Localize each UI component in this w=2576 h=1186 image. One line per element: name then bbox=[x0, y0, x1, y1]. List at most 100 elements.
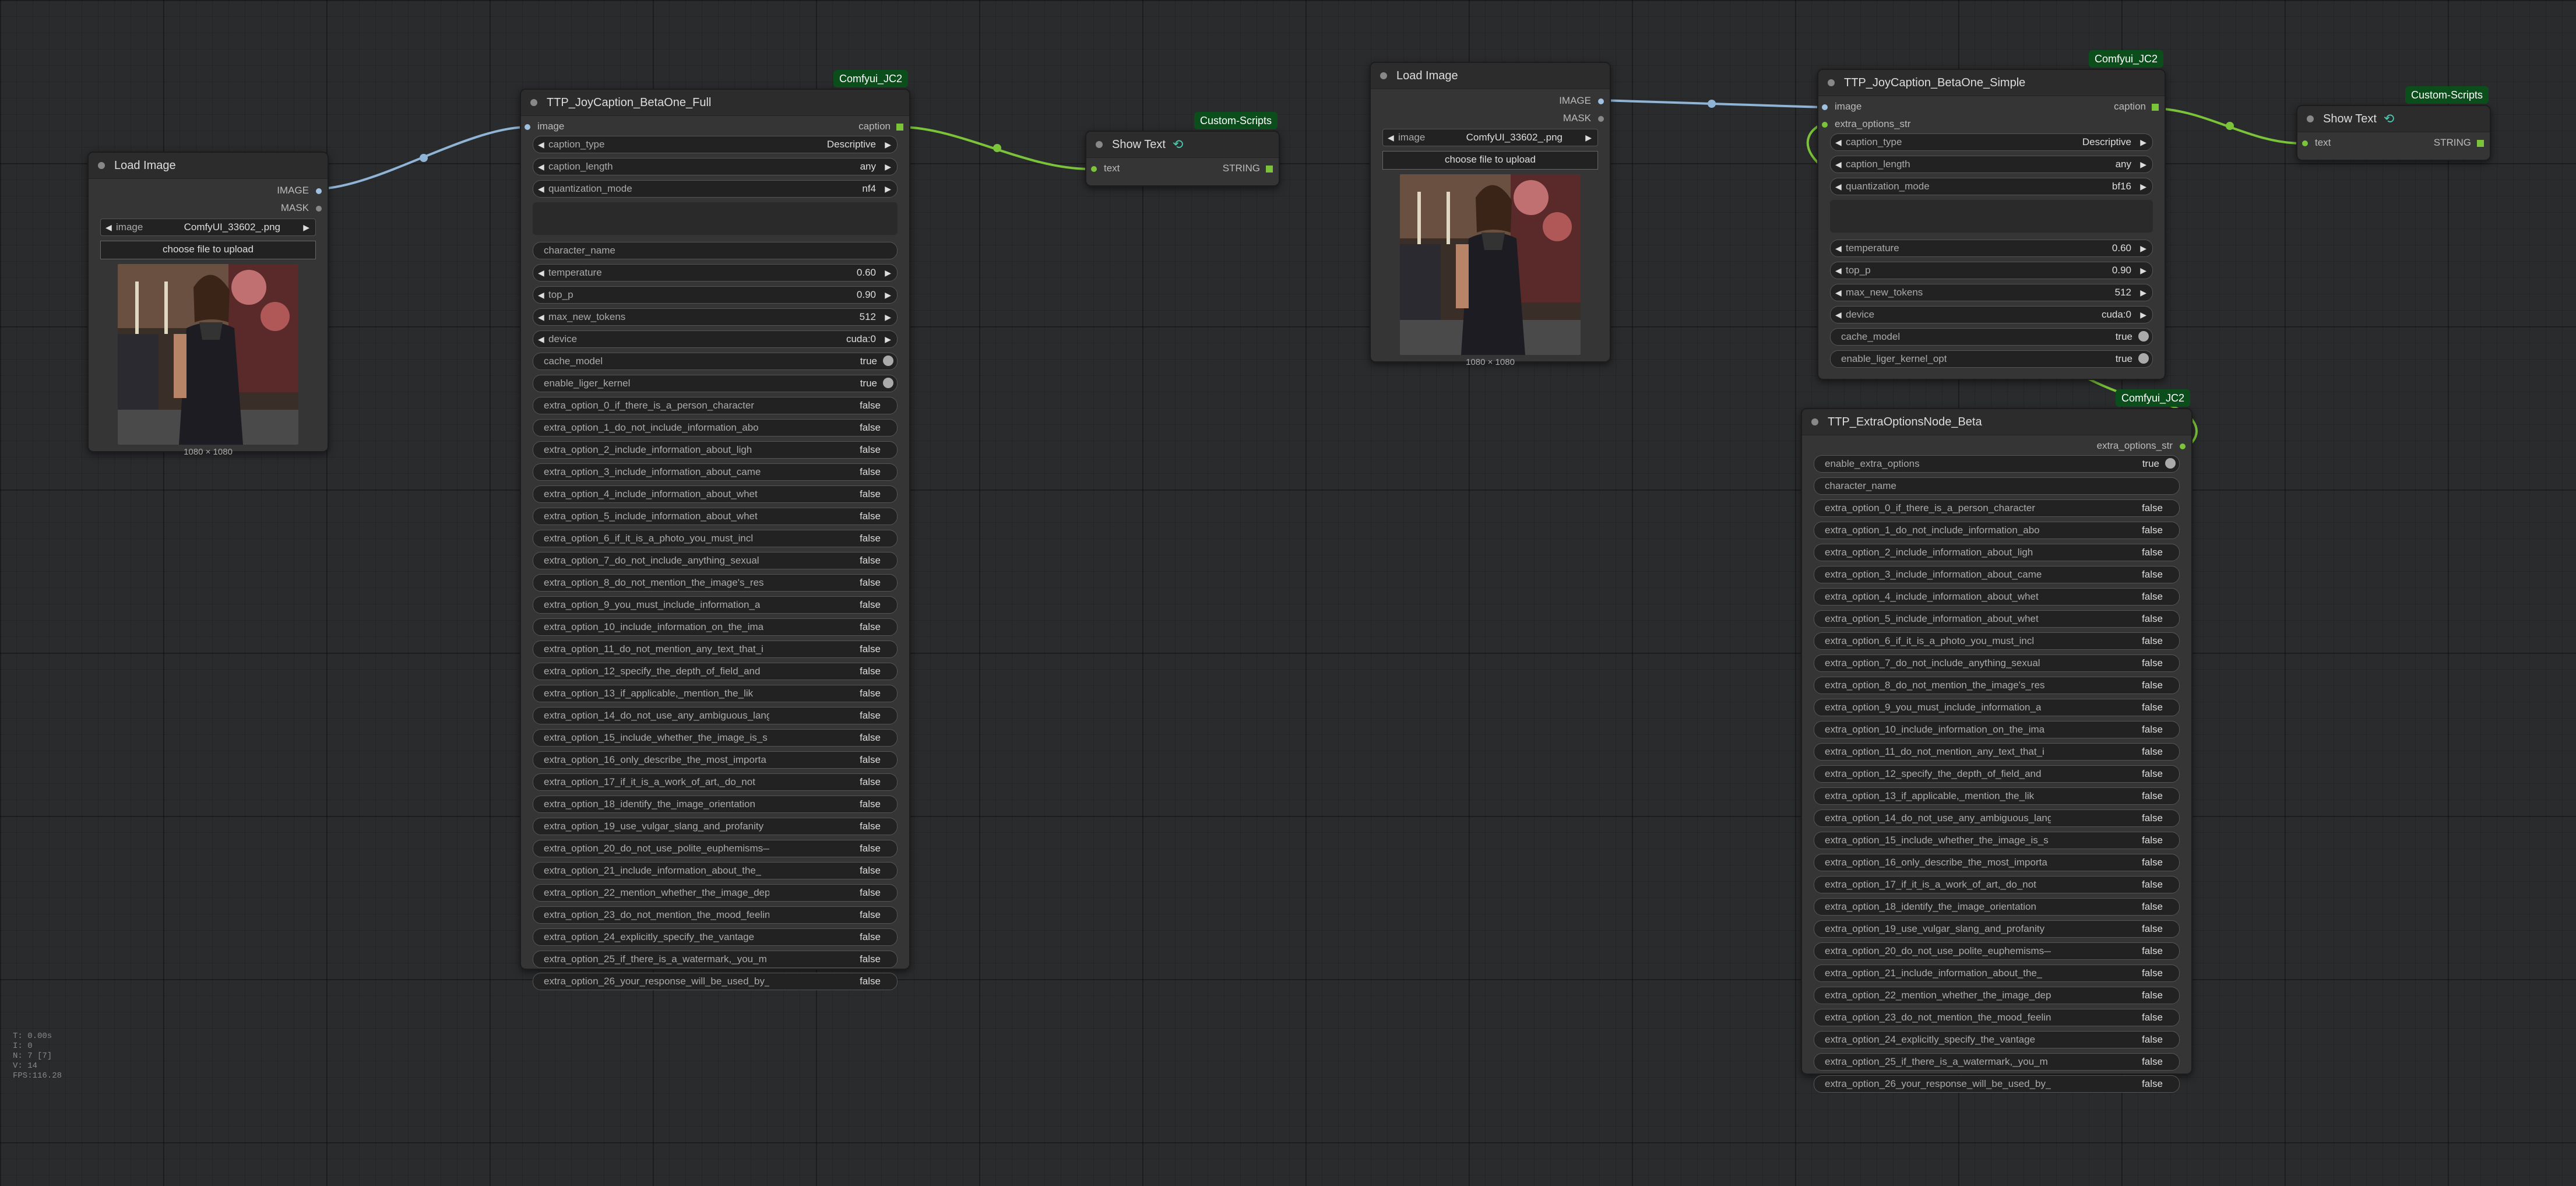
collapse-dot[interactable] bbox=[2307, 115, 2314, 122]
arrow-right-icon[interactable]: ▶ bbox=[2140, 138, 2146, 147]
joycaption-simple-node[interactable]: Comfyui_JC2 TTP_JoyCaption_BetaOne_Simpl… bbox=[1817, 50, 2166, 380]
combo-widget[interactable]: ◀ quantization_mode bf16 ▶ bbox=[1830, 178, 2153, 195]
extra-option-toggle[interactable]: extra_option_11_do_not_mention_any_text_… bbox=[1814, 743, 2180, 761]
collapse-dot[interactable] bbox=[1828, 79, 1835, 86]
combo-widget[interactable]: ◀ caption_type Descriptive ▶ bbox=[533, 136, 898, 153]
image-combo[interactable]: ◀ image ComfyUI_33602_.png ▶ bbox=[100, 219, 316, 236]
toggle-widget[interactable]: enable_liger_kernel_opt true bbox=[1830, 350, 2153, 368]
arrow-right-icon[interactable]: ▶ bbox=[1585, 133, 1592, 143]
io-row[interactable]: extra_options_str bbox=[1802, 438, 2191, 455]
extra-option-toggle[interactable]: extra_option_16_only_describe_the_most_i… bbox=[533, 751, 898, 769]
arrow-left-icon[interactable]: ◀ bbox=[538, 184, 544, 194]
extra-option-toggle[interactable]: extra_option_23_do_not_mention_the_mood_… bbox=[533, 906, 898, 924]
io-row[interactable]: text STRING bbox=[2297, 132, 2490, 153]
extra-option-toggle[interactable]: extra_option_16_only_describe_the_most_i… bbox=[1814, 854, 2180, 871]
combo-widget[interactable]: ◀ caption_length any ▶ bbox=[533, 158, 898, 175]
output-socket-icon[interactable] bbox=[2477, 140, 2484, 147]
arrow-left-icon[interactable]: ◀ bbox=[1835, 288, 1842, 298]
extra-options-node[interactable]: Comfyui_JC2 TTP_ExtraOptionsNode_Beta ex… bbox=[1801, 389, 2193, 1093]
number-widget[interactable]: ◀ max_new_tokens 512 ▶ bbox=[533, 308, 898, 326]
extra-option-toggle[interactable]: extra_option_9_you_must_include_informat… bbox=[533, 596, 898, 614]
output-socket-icon[interactable] bbox=[316, 206, 322, 212]
collapse-dot[interactable] bbox=[530, 99, 537, 106]
input-socket-icon[interactable] bbox=[1822, 104, 1828, 110]
extra-option-toggle[interactable]: extra_option_1_do_not_include_informatio… bbox=[533, 419, 898, 437]
number-widget[interactable]: ◀ device cuda:0 ▶ bbox=[533, 330, 898, 348]
extra-option-toggle[interactable]: extra_option_17_if_it_is_a_work_of_art,_… bbox=[533, 773, 898, 791]
toggle-knob-icon[interactable] bbox=[2165, 458, 2176, 469]
output-image[interactable]: IMAGE bbox=[1371, 93, 1610, 110]
arrow-left-icon[interactable]: ◀ bbox=[538, 312, 544, 322]
node-title[interactable]: Show Text ⟲ bbox=[1086, 132, 1279, 158]
number-widget[interactable]: ◀ top_p 0.90 ▶ bbox=[533, 286, 898, 304]
arrow-left-icon[interactable]: ◀ bbox=[1835, 182, 1842, 192]
extra-option-toggle[interactable]: extra_option_20_do_not_use_polite_euphem… bbox=[533, 840, 898, 857]
extra-option-toggle[interactable]: extra_option_25_if_there_is_a_watermark,… bbox=[533, 951, 898, 968]
arrow-right-icon[interactable]: ▶ bbox=[885, 290, 891, 300]
extra-option-toggle[interactable]: extra_option_9_you_must_include_informat… bbox=[1814, 699, 2180, 716]
io-row[interactable]: image caption bbox=[1818, 98, 2165, 116]
show-text-node-1[interactable]: Custom-Scripts Show Text ⟲ text STRING bbox=[1085, 112, 1280, 186]
arrow-right-icon[interactable]: ▶ bbox=[885, 268, 891, 278]
extra-option-toggle[interactable]: extra_option_10_include_information_on_t… bbox=[533, 618, 898, 636]
io-row[interactable]: extra_options_str bbox=[1818, 116, 2165, 133]
arrow-right-icon[interactable]: ▶ bbox=[2140, 288, 2146, 298]
arrow-right-icon[interactable]: ▶ bbox=[2140, 266, 2146, 276]
extra-option-toggle[interactable]: extra_option_13_if_applicable,_mention_t… bbox=[533, 685, 898, 702]
extra-option-toggle[interactable]: extra_option_10_include_information_on_t… bbox=[1814, 721, 2180, 738]
extra-option-toggle[interactable]: extra_option_15_include_whether_the_imag… bbox=[533, 729, 898, 747]
extra-option-toggle[interactable]: extra_option_21_include_information_abou… bbox=[1814, 965, 2180, 982]
extra-option-toggle[interactable]: extra_option_8_do_not_mention_the_image'… bbox=[1814, 677, 2180, 694]
joycaption-full-node[interactable]: Comfyui_JC2 TTP_JoyCaption_BetaOne_Full … bbox=[520, 70, 910, 990]
output-socket-icon[interactable] bbox=[2152, 104, 2159, 111]
arrow-right-icon[interactable]: ▶ bbox=[885, 162, 891, 172]
extra-option-toggle[interactable]: extra_option_19_use_vulgar_slang_and_pro… bbox=[533, 818, 898, 835]
extra-option-toggle[interactable]: extra_option_26_your_response_will_be_us… bbox=[533, 973, 898, 990]
arrow-right-icon[interactable]: ▶ bbox=[885, 335, 891, 344]
extra-option-toggle[interactable]: extra_option_22_mention_whether_the_imag… bbox=[533, 884, 898, 902]
extra-option-toggle[interactable]: extra_option_4_include_information_about… bbox=[533, 485, 898, 503]
load-image-node-1[interactable]: Load Image IMAGE MASK ◀ image ComfyUI_33… bbox=[87, 152, 329, 457]
arrow-right-icon[interactable]: ▶ bbox=[2140, 310, 2146, 320]
number-widget[interactable]: ◀ max_new_tokens 512 ▶ bbox=[1830, 284, 2153, 301]
io-row[interactable]: image caption bbox=[521, 118, 909, 136]
output-mask[interactable]: MASK bbox=[1371, 110, 1610, 128]
node-title[interactable]: Load Image bbox=[1371, 63, 1610, 89]
extra-option-toggle[interactable]: extra_option_2_include_information_about… bbox=[533, 441, 898, 459]
output-socket-icon[interactable] bbox=[1266, 166, 1273, 173]
node-title[interactable]: TTP_JoyCaption_BetaOne_Simple bbox=[1818, 70, 2165, 96]
output-socket-icon[interactable] bbox=[1598, 98, 1604, 104]
extra-option-toggle[interactable]: extra_option_18_identify_the_image_orien… bbox=[1814, 898, 2180, 916]
arrow-right-icon[interactable]: ▶ bbox=[2140, 244, 2146, 254]
collapse-dot[interactable] bbox=[98, 162, 105, 169]
extra-option-toggle[interactable]: extra_option_14_do_not_use_any_ambiguous… bbox=[1814, 810, 2180, 827]
extra-option-toggle[interactable]: extra_option_12_specify_the_depth_of_fie… bbox=[1814, 765, 2180, 783]
number-widget[interactable]: ◀ temperature 0.60 ▶ bbox=[1830, 240, 2153, 257]
toggle-widget[interactable]: cache_model true bbox=[1830, 328, 2153, 346]
extra-option-toggle[interactable]: extra_option_26_your_response_will_be_us… bbox=[1814, 1075, 2180, 1093]
toggle-knob-icon[interactable] bbox=[883, 356, 893, 366]
io-row[interactable]: text STRING bbox=[1086, 158, 1279, 179]
output-socket-icon[interactable] bbox=[896, 124, 903, 131]
extra-option-toggle[interactable]: extra_option_6_if_it_is_a_photo_you_must… bbox=[1814, 632, 2180, 650]
character-name-field[interactable]: character_name bbox=[1814, 477, 2180, 495]
extra-option-toggle[interactable]: extra_option_5_include_information_about… bbox=[1814, 610, 2180, 628]
extra-option-toggle[interactable]: extra_option_0_if_there_is_a_person_char… bbox=[1814, 499, 2180, 517]
arrow-left-icon[interactable]: ◀ bbox=[538, 335, 544, 344]
arrow-left-icon[interactable]: ◀ bbox=[105, 223, 112, 233]
input-socket-icon[interactable] bbox=[1091, 166, 1097, 172]
arrow-right-icon[interactable]: ▶ bbox=[303, 223, 309, 233]
arrow-left-icon[interactable]: ◀ bbox=[538, 140, 544, 150]
extra-option-toggle[interactable]: extra_option_25_if_there_is_a_watermark,… bbox=[1814, 1053, 2180, 1071]
node-title[interactable]: TTP_ExtraOptionsNode_Beta bbox=[1802, 409, 2191, 435]
extra-option-toggle[interactable]: extra_option_24_explicitly_specify_the_v… bbox=[533, 928, 898, 946]
show-text-node-2[interactable]: Custom-Scripts Show Text ⟲ text STRING bbox=[2296, 86, 2491, 161]
extra-option-toggle[interactable]: extra_option_19_use_vulgar_slang_and_pro… bbox=[1814, 920, 2180, 938]
upload-button[interactable]: choose file to upload bbox=[100, 241, 316, 259]
toggle-widget[interactable]: cache_model true bbox=[533, 353, 898, 370]
arrow-left-icon[interactable]: ◀ bbox=[538, 162, 544, 172]
extra-option-toggle[interactable]: extra_option_2_include_information_about… bbox=[1814, 544, 2180, 561]
input-socket-icon[interactable] bbox=[2302, 140, 2308, 146]
toggle-knob-icon[interactable] bbox=[2138, 331, 2149, 342]
arrow-left-icon[interactable]: ◀ bbox=[1835, 160, 1842, 170]
